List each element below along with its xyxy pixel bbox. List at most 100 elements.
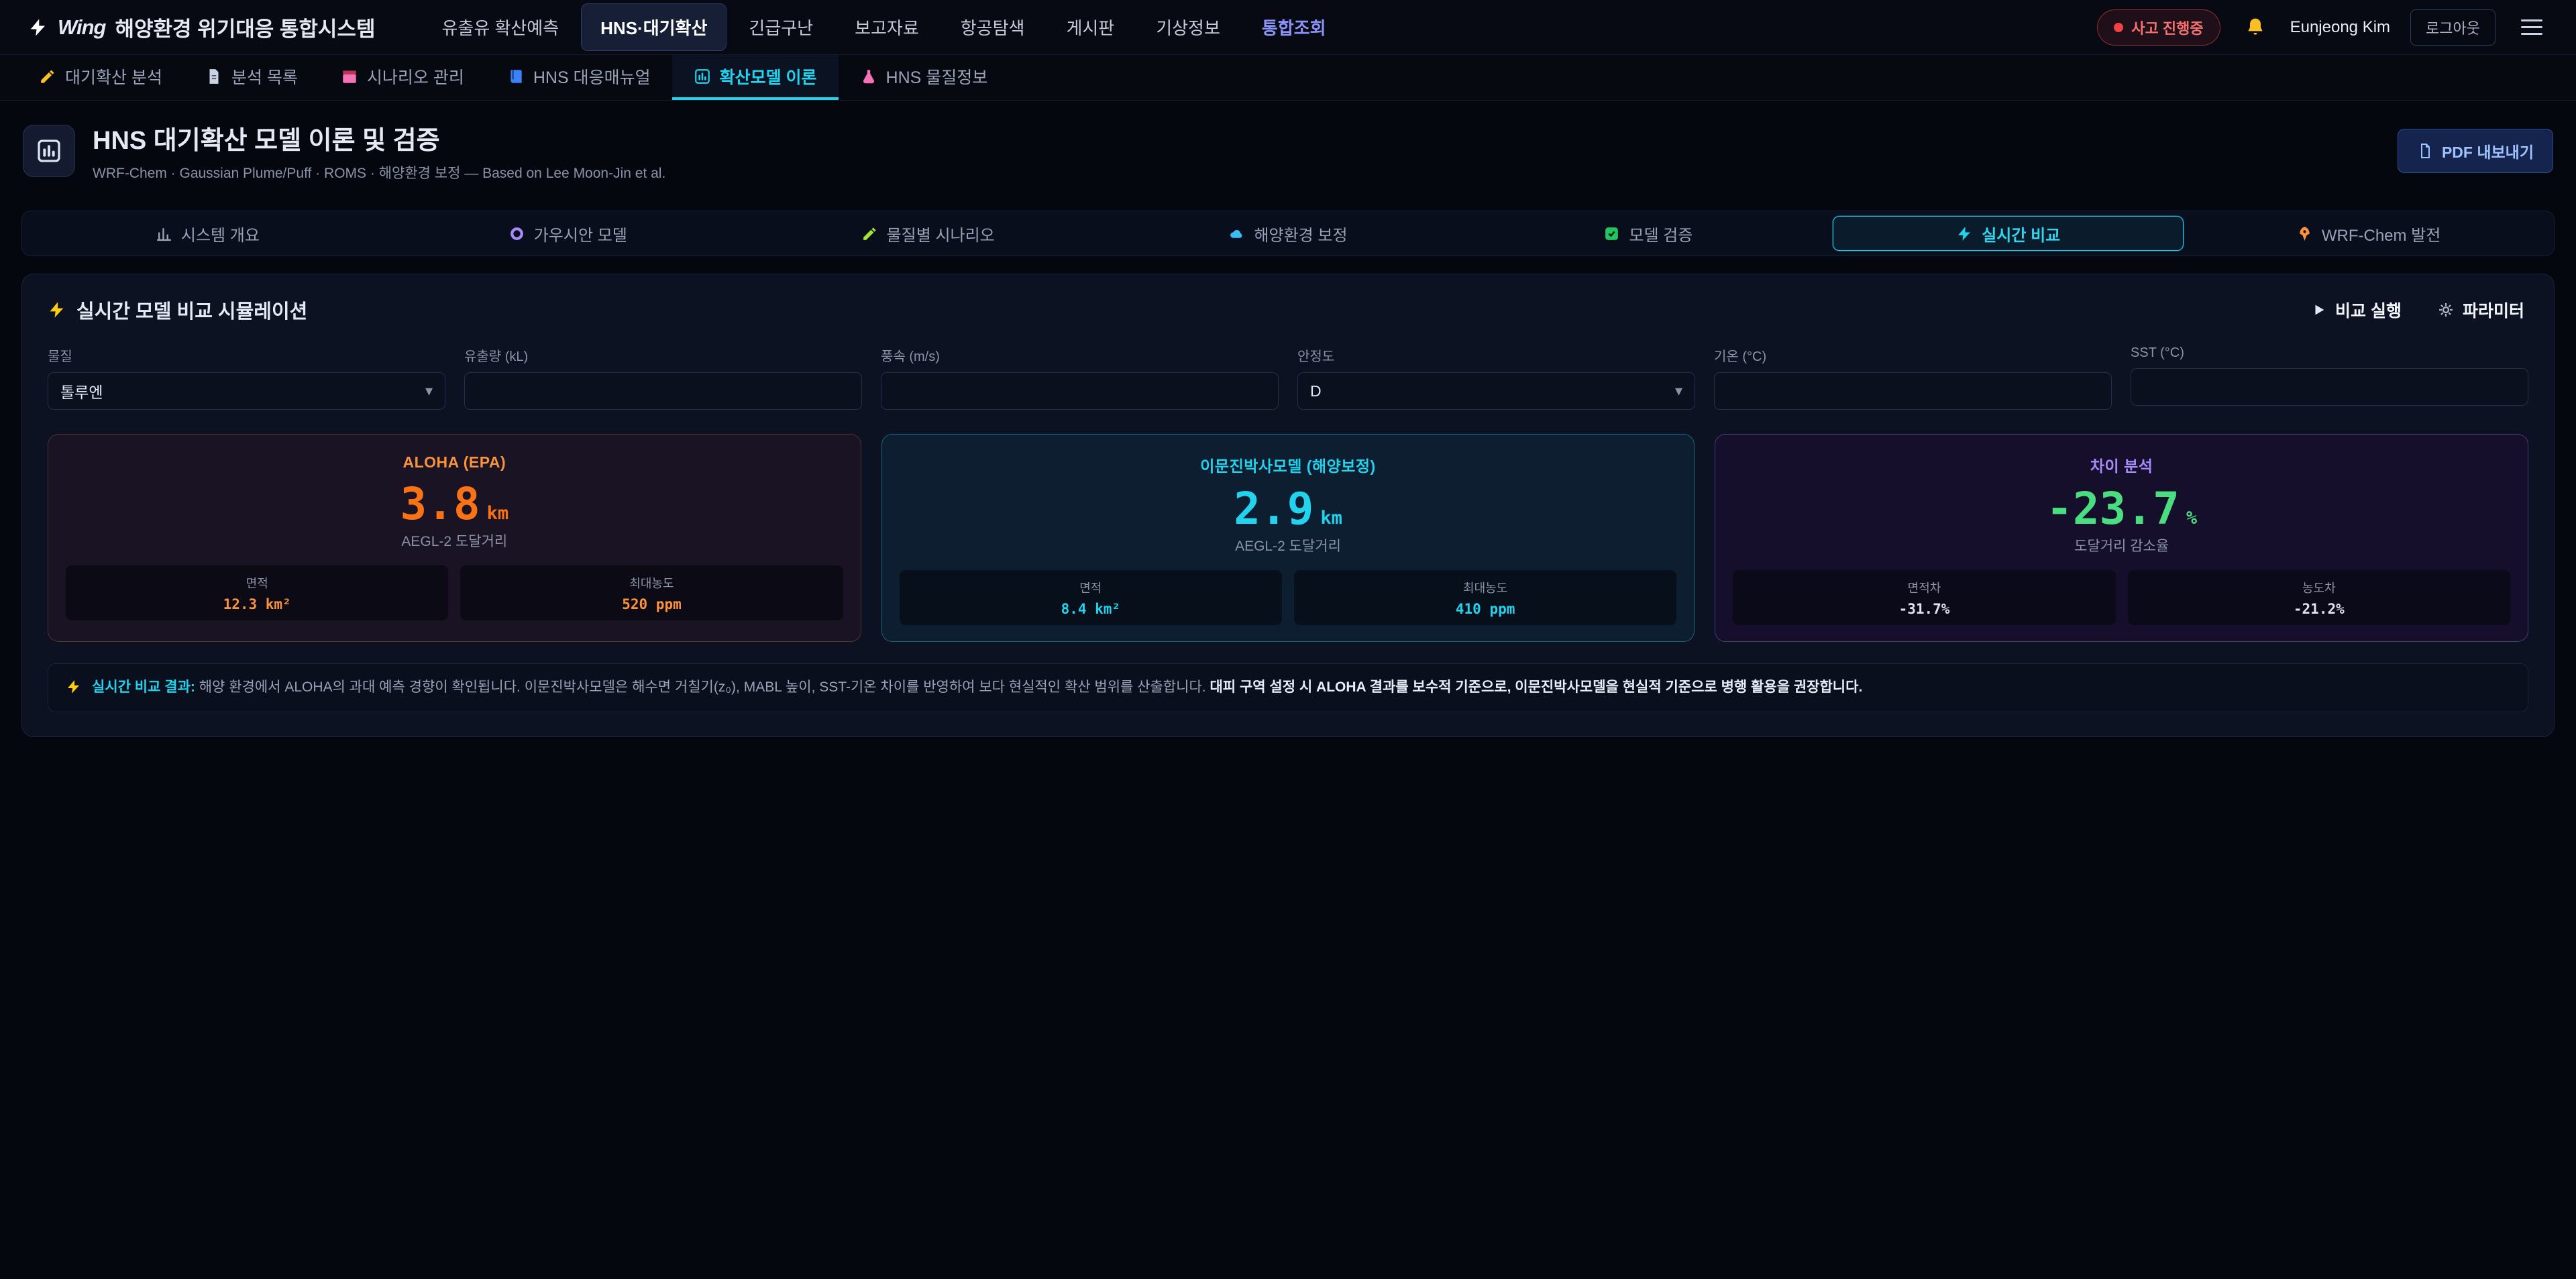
bell-icon (2245, 17, 2266, 38)
page-header: HNS 대기확산 모델 이론 및 검증 WRF-Chem · Gaussian … (0, 101, 2576, 201)
subtab-atmospheric-analysis[interactable]: 대기확산 분석 (17, 55, 184, 100)
stat-area: 면적 12.3 km² (66, 565, 448, 620)
subtab-hns-response-manual[interactable]: HNS 대응매뉴얼 (486, 55, 672, 100)
sub-navbar: 대기확산 분석 분석 목록 시나리오 관리 HNS 대응매뉴얼 확산모델 이론 … (0, 55, 2576, 101)
pencil-icon (39, 68, 56, 85)
logo-mark: Wing (58, 15, 105, 40)
app-logo[interactable]: Wing 해양환경 위기대응 통합시스템 (28, 12, 375, 42)
tab-substance-scenarios[interactable]: 물질별 시나리오 (753, 216, 1104, 251)
spill-amount-input[interactable] (464, 372, 862, 410)
nav-item-reports[interactable]: 보고자료 (835, 3, 938, 51)
nav-item-weather[interactable]: 기상정보 (1136, 3, 1240, 51)
subtab-diffusion-model-theory[interactable]: 확산모델 이론 (672, 55, 839, 100)
stability-select[interactable]: D ▾ (1297, 372, 1695, 410)
nav-item-integrated-search[interactable]: 통합조회 (1242, 3, 1346, 51)
substance-select[interactable]: 톨루엔 ▾ (48, 372, 445, 410)
notifications-button[interactable] (2241, 13, 2270, 42)
page-subtitle: WRF-Chem · Gaussian Plume/Puff · ROMS · … (93, 162, 665, 182)
tab-wrf-chem[interactable]: WRF-Chem 발전 (2193, 216, 2544, 251)
card-caption: AEGL-2 도달거리 (66, 531, 843, 551)
hamburger-icon (2521, 19, 2542, 21)
parameters-button[interactable]: 파라미터 (2434, 297, 2528, 323)
note-label: 실시간 비교 결과: (92, 679, 195, 695)
card-title: 차이 분석 (1733, 453, 2510, 476)
tab-gaussian-model[interactable]: 가우시안 모델 (392, 216, 743, 251)
incident-status-label: 사고 진행중 (2131, 17, 2203, 38)
page-title: HNS 대기확산 모델 이론 및 검증 (93, 119, 665, 156)
chevron-down-icon: ▾ (425, 382, 433, 400)
ring-icon (508, 225, 525, 242)
top-navbar: Wing 해양환경 위기대응 통합시스템 유출유 확산예측 HNS·대기확산 긴… (0, 0, 2576, 55)
subtab-scenario-management[interactable]: 시나리오 관리 (319, 55, 486, 100)
stat-area-diff: 면적차 -31.7% (1733, 570, 2115, 625)
page-icon (23, 125, 75, 177)
panel-title: 실시간 모델 비교 시뮬레이션 (48, 296, 307, 324)
topnav-right: 사고 진행중 Eunjeong Kim 로그아웃 (2097, 9, 2548, 46)
card-value: 2.9km (900, 487, 1677, 531)
card-value: -23.7% (1733, 487, 2510, 531)
spill-amount-field: 유출량 (kL) (464, 345, 862, 410)
card-title: ALOHA (EPA) (66, 453, 843, 471)
tab-realtime-comparison[interactable]: 실시간 비교 (1833, 216, 2184, 251)
run-comparison-button[interactable]: 비교 실행 (2308, 297, 2406, 323)
tab-system-overview[interactable]: 시스템 개요 (32, 216, 383, 251)
nav-item-emergency-rescue[interactable]: 긴급구난 (729, 3, 833, 51)
sst-input[interactable] (2131, 368, 2528, 406)
substance-field: 물질 톨루엔 ▾ (48, 345, 445, 410)
subtab-analysis-list[interactable]: 분석 목록 (184, 55, 319, 100)
card-caption: AEGL-2 도달거리 (900, 535, 1677, 555)
page-heading: HNS 대기확산 모델 이론 및 검증 WRF-Chem · Gaussian … (93, 119, 665, 182)
tab-model-validation[interactable]: 모델 검증 (1472, 216, 1823, 251)
subtab-hns-substance-info[interactable]: HNS 물질정보 (839, 55, 1010, 100)
pencil-icon (861, 225, 878, 242)
user-name: Eunjeong Kim (2290, 18, 2390, 37)
tab-marine-correction[interactable]: 해양환경 보정 (1113, 216, 1464, 251)
pdf-document-icon (2417, 143, 2433, 159)
bolt-icon (1956, 225, 1973, 242)
card-difference: 차이 분석 -23.7% 도달거리 감소율 면적차 -31.7% 농도차 -21… (1715, 434, 2528, 642)
gear-icon (2438, 302, 2454, 318)
play-icon (2312, 302, 2326, 317)
card-title: 이문진박사모델 (해양보정) (900, 453, 1677, 476)
air-temp-field: 기온 (°C) (1714, 345, 2112, 410)
logo-bolt-icon (28, 17, 48, 38)
document-icon (205, 68, 223, 85)
section-tabs: 시스템 개요 가우시안 모델 물질별 시나리오 해양환경 보정 모델 검증 실시… (21, 211, 2555, 256)
stability-field: 안정도 D ▾ (1297, 345, 1695, 410)
note-body: 해양 환경에서 ALOHA의 과대 예측 경향이 확인됩니다. 이문진박사모델은… (195, 679, 1210, 695)
hamburger-menu-button[interactable] (2516, 14, 2548, 40)
card-aloha: ALOHA (EPA) 3.8km AEGL-2 도달거리 면적 12.3 km… (48, 434, 861, 642)
wind-speed-field: 풍속 (m/s) (881, 345, 1279, 410)
chart-bars-icon (156, 225, 172, 242)
incident-status-badge: 사고 진행중 (2097, 9, 2220, 46)
wind-speed-input[interactable] (881, 372, 1279, 410)
nav-item-board[interactable]: 게시판 (1046, 3, 1134, 51)
nav-item-oil-spill[interactable]: 유출유 확산예측 (422, 3, 578, 51)
card-value: 3.8km (66, 482, 843, 526)
chevron-down-icon: ▾ (1675, 382, 1682, 400)
check-square-icon (1603, 225, 1620, 242)
bar-chart-icon (36, 137, 62, 164)
stat-concentration-diff: 농도차 -21.2% (2128, 570, 2510, 625)
card-lee-model: 이문진박사모델 (해양보정) 2.9km AEGL-2 도달거리 면적 8.4 … (881, 434, 1695, 642)
sst-field: SST (°C) (2131, 345, 2528, 410)
logout-button[interactable]: 로그아웃 (2410, 9, 2496, 46)
bar-chart-icon (694, 68, 711, 85)
nav-item-hns-atmospheric[interactable]: HNS·대기확산 (581, 3, 727, 51)
status-dot-icon (2114, 23, 2123, 32)
nav-item-aerial-search[interactable]: 항공탐색 (941, 3, 1044, 51)
flask-icon (860, 68, 877, 85)
stat-area: 면적 8.4 km² (900, 570, 1282, 625)
note-recommendation: 대피 구역 설정 시 ALOHA 결과를 보수적 기준으로, 이문진박사모델을 … (1210, 679, 1862, 695)
bolt-icon (48, 300, 66, 319)
panel-header: 실시간 모델 비교 시뮬레이션 비교 실행 파라미터 (48, 296, 2528, 324)
simulation-panel: 실시간 모델 비교 시뮬레이션 비교 실행 파라미터 물질 톨루엔 ▾ 유출량 … (21, 274, 2555, 737)
main-nav: 유출유 확산예측 HNS·대기확산 긴급구난 보고자료 항공탐색 게시판 기상정… (422, 3, 1345, 51)
panel-actions: 비교 실행 파라미터 (2308, 297, 2528, 323)
result-cards: ALOHA (EPA) 3.8km AEGL-2 도달거리 면적 12.3 km… (48, 434, 2528, 642)
app-title: 해양환경 위기대응 통합시스템 (115, 12, 375, 42)
pdf-export-button[interactable]: PDF 내보내기 (2398, 129, 2553, 173)
bolt-icon (66, 679, 82, 695)
parameter-form: 물질 톨루엔 ▾ 유출량 (kL) 풍속 (m/s) 안정도 D ▾ 기온 (°… (48, 345, 2528, 410)
air-temp-input[interactable] (1714, 372, 2112, 410)
